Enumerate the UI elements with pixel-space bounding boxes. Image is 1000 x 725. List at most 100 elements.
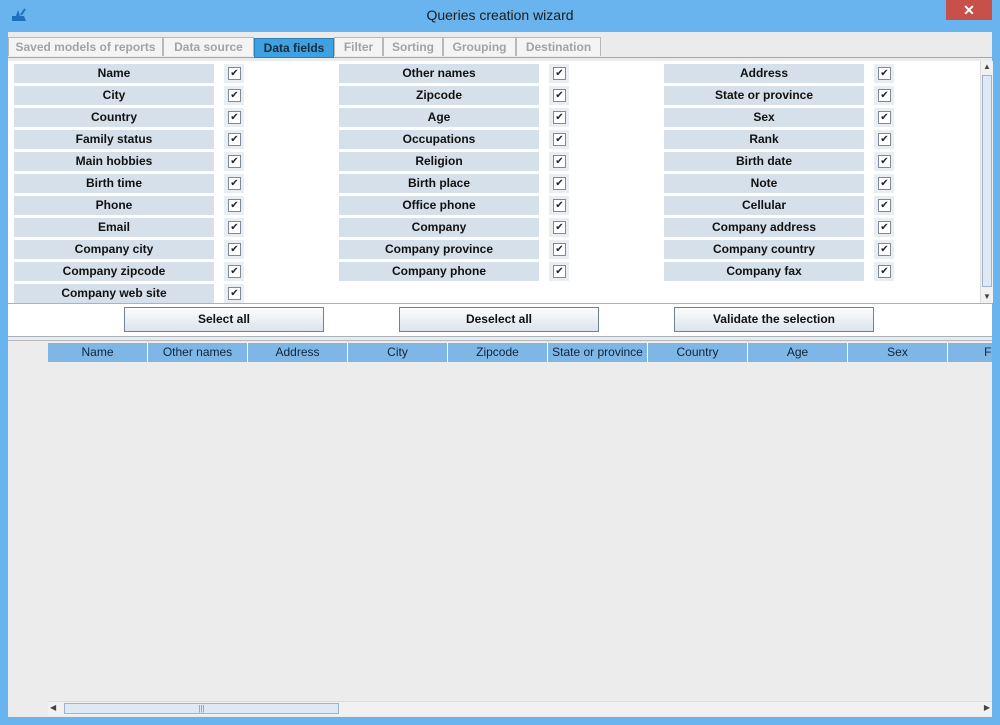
scroll-up-icon[interactable]: ▲ (981, 61, 993, 73)
field-checkbox[interactable]: ✔ (878, 265, 891, 278)
scroll-thumb[interactable] (982, 75, 992, 287)
column-header[interactable]: Other names (148, 343, 248, 362)
field-label: Religion (339, 152, 539, 171)
field-checkbox-cell: ✔ (874, 174, 894, 193)
field-label: City (14, 86, 214, 105)
field-checkbox[interactable]: ✔ (553, 89, 566, 102)
field-checkbox-cell: ✔ (874, 108, 894, 127)
field-checkbox[interactable]: ✔ (878, 221, 891, 234)
tab-destination[interactable]: Destination (516, 37, 601, 56)
field-checkbox-cell: ✔ (874, 262, 894, 281)
row-header-area (8, 341, 48, 716)
field-label: Age (339, 108, 539, 127)
field-checkbox-cell: ✔ (549, 196, 569, 215)
field-label: Birth time (14, 174, 214, 193)
field-checkbox[interactable]: ✔ (878, 177, 891, 190)
field-checkbox[interactable]: ✔ (553, 67, 566, 80)
tab-saved-models[interactable]: Saved models of reports (8, 37, 163, 56)
field-checkbox[interactable]: ✔ (553, 111, 566, 124)
deselect-all-button[interactable]: Deselect all (399, 307, 599, 332)
field-checkbox[interactable]: ✔ (878, 111, 891, 124)
horizontal-scroll-thumb[interactable]: ||| (64, 703, 339, 714)
field-checkbox-cell: ✔ (874, 152, 894, 171)
selection-buttons: Select all Deselect all Validate the sel… (8, 304, 992, 337)
field-checkbox-cell: ✔ (874, 130, 894, 149)
tab-sorting[interactable]: Sorting (383, 37, 443, 56)
field-checkbox[interactable]: ✔ (228, 199, 241, 212)
wizard-client: Saved models of reports Data source Data… (8, 32, 993, 717)
column-headers: Name Other names Address City Zipcode State o… (48, 343, 992, 362)
scroll-left-icon[interactable]: ◀ (50, 703, 56, 712)
tab-filter[interactable]: Filter (334, 37, 383, 56)
column-header[interactable]: State or province (548, 343, 648, 362)
grid-horizontal-scrollbar[interactable]: ◀ ||| ▶ (48, 701, 992, 716)
column-header[interactable]: Name (48, 343, 148, 362)
scroll-right-icon[interactable]: ▶ (984, 703, 990, 712)
field-checkbox[interactable]: ✔ (878, 89, 891, 102)
field-checkbox[interactable]: ✔ (228, 221, 241, 234)
column-header[interactable]: Sex (848, 343, 948, 362)
field-checkbox[interactable]: ✔ (553, 177, 566, 190)
field-checkbox[interactable]: ✔ (228, 265, 241, 278)
field-label: Rank (664, 130, 864, 149)
tab-data-fields[interactable]: Data fields (254, 38, 334, 58)
select-all-button[interactable]: Select all (124, 307, 324, 332)
field-label: Other names (339, 64, 539, 83)
field-checkbox[interactable]: ✔ (228, 243, 241, 256)
fields-vertical-scrollbar[interactable]: ▲ ▼ (980, 61, 993, 303)
validate-selection-button[interactable]: Validate the selection (674, 307, 874, 332)
field-label: Cellular (664, 196, 864, 215)
tab-data-source[interactable]: Data source (163, 37, 254, 56)
field-checkbox[interactable]: ✔ (553, 155, 566, 168)
field-checkbox[interactable]: ✔ (878, 155, 891, 168)
field-label: Family status (14, 130, 214, 149)
field-checkbox[interactable]: ✔ (228, 155, 241, 168)
field-checkbox[interactable]: ✔ (878, 243, 891, 256)
field-checkbox[interactable]: ✔ (553, 221, 566, 234)
field-checkbox[interactable]: ✔ (553, 199, 566, 212)
field-checkbox[interactable]: ✔ (878, 133, 891, 146)
field-label: Birth date (664, 152, 864, 171)
scroll-down-icon[interactable]: ▼ (981, 291, 993, 303)
field-label: Sex (664, 108, 864, 127)
field-checkbox[interactable]: ✔ (228, 89, 241, 102)
field-label: Occupations (339, 130, 539, 149)
field-checkbox-cell: ✔ (549, 64, 569, 83)
field-label: Company country (664, 240, 864, 259)
field-checkbox-cell: ✔ (549, 218, 569, 237)
column-header[interactable]: Fami (948, 343, 992, 362)
field-checkbox[interactable]: ✔ (228, 67, 241, 80)
field-checkbox[interactable]: ✔ (553, 265, 566, 278)
field-checkbox[interactable]: ✔ (228, 133, 241, 146)
field-checkbox[interactable]: ✔ (228, 177, 241, 190)
field-checkbox[interactable]: ✔ (553, 133, 566, 146)
field-label: Company province (339, 240, 539, 259)
field-label: Name (14, 64, 214, 83)
field-checkbox-cell: ✔ (874, 196, 894, 215)
field-label: Company web site (14, 284, 214, 303)
tab-grouping[interactable]: Grouping (443, 37, 516, 56)
field-label: Office phone (339, 196, 539, 215)
column-header[interactable]: Country (648, 343, 748, 362)
field-checkbox-cell: ✔ (224, 196, 244, 215)
field-label: Country (14, 108, 214, 127)
close-button[interactable]: ✕ (946, 0, 992, 20)
field-checkbox[interactable]: ✔ (878, 67, 891, 80)
field-checkbox[interactable]: ✔ (228, 287, 241, 300)
field-label: Email (14, 218, 214, 237)
field-checkbox-cell: ✔ (224, 262, 244, 281)
field-label: Company city (14, 240, 214, 259)
column-header[interactable]: Zipcode (448, 343, 548, 362)
field-checkbox[interactable]: ✔ (878, 199, 891, 212)
field-checkbox-cell: ✔ (874, 240, 894, 259)
title-bar: Queries creation wizard ✕ (0, 0, 1000, 32)
field-checkbox-cell: ✔ (224, 86, 244, 105)
field-checkbox[interactable]: ✔ (553, 243, 566, 256)
column-header[interactable]: City (348, 343, 448, 362)
column-header[interactable]: Age (748, 343, 848, 362)
field-checkbox-cell: ✔ (224, 64, 244, 83)
field-label: Birth place (339, 174, 539, 193)
field-checkbox[interactable]: ✔ (228, 111, 241, 124)
field-label: Address (664, 64, 864, 83)
column-header[interactable]: Address (248, 343, 348, 362)
